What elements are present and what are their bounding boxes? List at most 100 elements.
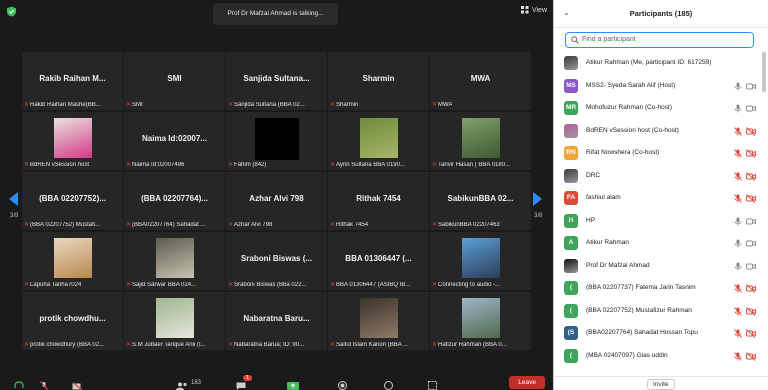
mic-muted-icon[interactable] <box>734 194 742 203</box>
participant-row[interactable]: FA fashiul alam <box>554 187 762 210</box>
mic-muted-icon[interactable] <box>734 329 742 338</box>
apps-icon[interactable] <box>428 381 437 390</box>
tile-name-label: ✕ S.M Jubaer Tarique Anli (I... <box>126 341 223 349</box>
video-off-icon[interactable] <box>746 329 756 338</box>
video-icon[interactable] <box>746 82 756 91</box>
video-tile[interactable]: Nabaratna Baru... ✕ Nabaratna Barua; ID: 9… <box>226 292 327 350</box>
video-off-icon[interactable] <box>72 382 84 390</box>
video-tile[interactable]: ✕ Saiful Islam Kanon (BBA ... <box>328 292 429 350</box>
participant-row[interactable]: ((BBA 02207752) Mustafizur Rahman <box>554 300 762 323</box>
participant-row[interactable]: (S (BBA02207764) Sahadat Hossan Topu <box>554 322 762 345</box>
video-tile[interactable]: ✕ Connecting to audio -... <box>430 232 531 290</box>
video-tile[interactable]: (BBA 02207752)... ✕ (BBA 02207752) Mustafi… <box>22 172 123 230</box>
mic-icon[interactable] <box>734 262 742 271</box>
video-tile[interactable]: ✕ S.M Jubaer Tarique Anli (I... <box>124 292 225 350</box>
video-icon[interactable] <box>746 104 756 113</box>
participant-row[interactable]: RN Rifat Nowshera (Co-host) <box>554 142 762 165</box>
invite-button[interactable]: Invite <box>647 379 675 390</box>
tile-label-text: S.M Jubaer Tarique Anli (I... <box>132 341 206 348</box>
video-off-icon[interactable] <box>746 284 756 293</box>
mic-muted-icon: ✕ <box>126 222 132 228</box>
participant-row[interactable]: DRC <box>554 165 762 188</box>
mic-icon[interactable] <box>734 82 742 91</box>
mic-muted-icon[interactable] <box>40 381 48 390</box>
headphones-icon[interactable] <box>14 381 24 390</box>
participant-row[interactable]: MS MSS2- Syeda Sarah Alif (Host) <box>554 75 762 98</box>
video-tile[interactable]: protik chowdhu... ✕ protik chowdhury (BBA … <box>22 292 123 350</box>
participant-row[interactable]: Prof Dr Mafzal Ahmad <box>554 255 762 278</box>
participant-row[interactable]: A Atikur Rahman <box>554 232 762 255</box>
video-off-icon[interactable] <box>746 126 756 136</box>
video-off-icon[interactable] <box>746 194 756 203</box>
mic-muted-icon[interactable] <box>734 149 742 158</box>
video-tile[interactable]: BBA 01306447 (... ✕ BBA 01306447 (ASIBQ IB… <box>328 232 429 290</box>
video-off-icon[interactable] <box>746 351 756 361</box>
mic-muted-icon[interactable] <box>734 306 742 316</box>
mic-muted-icon[interactable] <box>734 284 742 293</box>
video-tile[interactable]: ✕ Hafizur Rahman (BBA 0... <box>430 292 531 350</box>
video-tile[interactable]: Naima Id:02007... ✕ Naima Id:02007496 <box>124 112 225 170</box>
participants-icon[interactable] <box>176 382 188 390</box>
mic-icon[interactable] <box>734 239 742 248</box>
video-tile[interactable]: Sanjida Sultana... ✕ Sanjida Sultana (BBA … <box>226 52 327 110</box>
video-off-icon[interactable] <box>746 306 756 316</box>
video-tile[interactable]: ✕ Sajid Sarwar BBA 024... <box>124 232 225 290</box>
participant-row[interactable]: ((MBA 02407097) Gias uddin <box>554 345 762 368</box>
video-tile[interactable]: ✕ Tanvir Hasan ( BBA 0180... <box>430 112 531 170</box>
video-off-icon[interactable] <box>746 149 756 158</box>
participant-avatar: A <box>564 236 578 250</box>
video-tile[interactable]: Sharmin ✕ Sharmin <box>328 52 429 110</box>
video-tile[interactable]: ✕ Lapuha Tanha7024 <box>22 232 123 290</box>
video-tile[interactable]: MWA ✕ MWA <box>430 52 531 110</box>
video-tile[interactable]: Rakib Raihan M... ✕ Rakib Raihan Mashe(BB.… <box>22 52 123 110</box>
video-tile[interactable]: SabikunBBA 02... ✕ SabikunBBA 02207463 <box>430 172 531 230</box>
video-tile[interactable]: SMI ✕ SMI <box>124 52 225 110</box>
mic-muted-icon[interactable] <box>734 126 742 136</box>
participant-name: DRC <box>586 171 601 179</box>
tile-display-name: protik chowdhu... <box>39 314 106 323</box>
video-tile[interactable]: Rithak 7454 ✕ Rithak 7454 <box>328 172 429 230</box>
video-icon[interactable] <box>746 262 756 271</box>
record-icon[interactable] <box>338 381 347 390</box>
video-tile[interactable]: ✕ Ayrin Sultana BBA 0190... <box>328 112 429 170</box>
video-tile[interactable]: (BBA 02207764)... ✕ (BBA02207764) Sahadat … <box>124 172 225 230</box>
video-icon[interactable] <box>746 239 756 248</box>
tile-label-text: (BBA02207764) Sahadat ... <box>132 221 206 228</box>
mic-muted-icon[interactable] <box>734 351 742 361</box>
next-page-arrow[interactable] <box>533 192 542 206</box>
tile-label-text: BdREN vSession host <box>30 161 90 168</box>
tile-name-label: ✕ Sraboni Biswas (Bba 022... <box>228 281 325 289</box>
video-icon[interactable] <box>746 217 756 226</box>
video-tile[interactable]: ✕ BdREN vSession host <box>22 112 123 170</box>
participant-row[interactable]: Atikur Rahman (Me, participant ID: 61725… <box>554 52 762 75</box>
participant-row[interactable]: ((BBA 02207737) Fatema Jarin Tasnim <box>554 277 762 300</box>
share-screen-icon[interactable] <box>287 382 299 390</box>
previous-page-arrow[interactable] <box>9 192 18 206</box>
mic-icon[interactable] <box>734 104 742 113</box>
mic-muted-icon: ✕ <box>330 102 336 108</box>
view-button[interactable]: View <box>520 6 547 14</box>
participant-avatar <box>564 123 578 138</box>
video-off-icon[interactable] <box>746 171 756 181</box>
mic-muted-icon: ✕ <box>228 342 234 348</box>
video-tile[interactable]: Azhar Alvi 798 ✕ Azhar Alvi 798 <box>226 172 327 230</box>
security-shield-icon[interactable] <box>6 6 17 17</box>
find-participant-input[interactable]: Find a participant <box>565 32 754 48</box>
tile-label-text: Rithak 7454 <box>336 221 369 228</box>
participant-name: fashiul alam <box>586 194 621 201</box>
participant-row[interactable]: H HP <box>554 210 762 233</box>
tile-label-text: Connecting to audio -... <box>438 281 501 288</box>
mic-icon[interactable] <box>734 217 742 226</box>
chat-icon[interactable] <box>236 382 246 390</box>
video-tile[interactable]: Sraboni Biswas (... ✕ Sraboni Biswas (Bba … <box>226 232 327 290</box>
tile-label-text: protik chowdhury (BBA 02... <box>30 341 105 348</box>
tile-display-name: (BBA 02207764)... <box>141 194 208 203</box>
video-tile[interactable]: ✕ Fahim (842) <box>226 112 327 170</box>
participant-row[interactable]: BdREN vSession host (Co-host) <box>554 120 762 143</box>
leave-button[interactable]: Leave <box>509 376 545 389</box>
mic-muted-icon: ✕ <box>24 342 30 348</box>
participant-row[interactable]: MR Mohofuzur Rahman (Co-host) <box>554 97 762 120</box>
mic-muted-icon[interactable] <box>734 171 742 181</box>
participants-scrollbar[interactable] <box>762 52 766 92</box>
reactions-icon[interactable] <box>384 381 393 390</box>
